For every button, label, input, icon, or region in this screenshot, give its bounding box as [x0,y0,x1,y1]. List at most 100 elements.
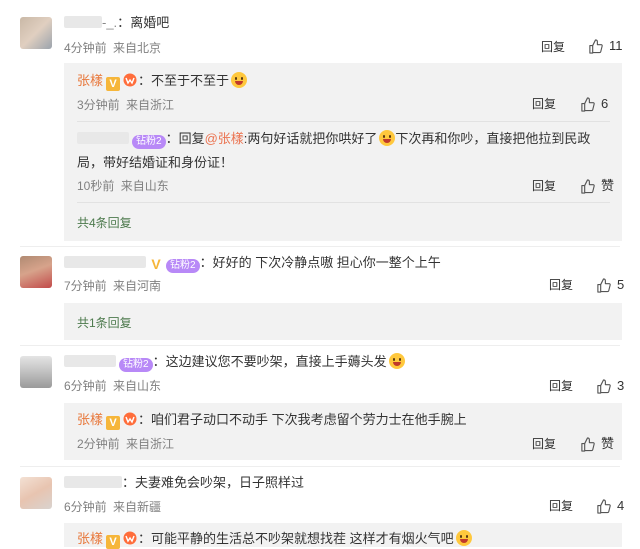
comment-location: 来自河南 [113,279,162,293]
reply-line-wrap: 局，带好结婚证和身份证！ [77,154,233,172]
like-count: 4 [617,498,625,513]
reply-text-cont: 局，带好结婚证和身份证！ [77,155,234,170]
like-count: 6 [601,96,609,111]
comment-time: 4分钟前 [64,41,107,55]
thumb-up-icon [581,436,595,452]
avatar[interactable] [20,477,52,509]
v-badge-icon: V [151,256,161,272]
thumb-up-icon [589,38,603,54]
like-count: 3 [617,378,625,393]
reply-button[interactable]: 回复 [549,378,573,394]
reply-button[interactable]: 回复 [532,96,556,112]
grin-emoji-icon [388,353,405,369]
mention-link[interactable]: @张樣 [205,131,244,146]
masked-username[interactable] [64,256,146,268]
reply-meta: 10秒前 来自山东 [77,178,169,194]
masked-username[interactable] [77,132,129,144]
reply-text-cont: 下次再和你吵，直接把他拉到民政 [395,131,591,146]
comment-username[interactable]: -_. [102,15,117,30]
more-replies-link[interactable]: 共1条回复 [77,315,132,331]
thumb-up-icon [581,96,595,112]
comment-time: 7分钟前 [64,279,107,293]
reply-prefix: 回复 [178,131,205,146]
reply-button[interactable]: 回复 [549,498,573,514]
comment-time: 6分钟前 [64,500,107,514]
comment-line: -_.：离婚吧 [64,14,169,32]
grin-emoji-icon [455,530,472,546]
divider [77,121,610,122]
divider [20,466,620,467]
like-button[interactable]: 11 [588,38,623,54]
reply-username[interactable]: 张樣 [77,531,103,546]
comment-line: ：夫妻难免会吵架，日子照样过 [64,474,304,492]
comment-text: 好好的 下次冷静点嗷 担心你一整个上午 [212,255,441,270]
grin-emoji-icon [379,130,396,146]
comment-meta: 7分钟前 来自河南 [64,278,161,294]
like-count: 5 [617,277,625,292]
thumb-up-icon [581,178,595,194]
comment-text: 离婚吧 [130,15,170,30]
like-count: 赞 [601,436,615,451]
comment-time: 6分钟前 [64,379,107,393]
comment-location: 来自山东 [113,379,162,393]
reply-text: 不至于不至于 [151,73,230,88]
reply-meta: 3分钟前 来自浙江 [77,97,174,113]
reply-text: 咱们君子动口不动手 下次我考虑留个劳力士在他手腕上 [151,412,467,427]
reply-button[interactable]: 回复 [532,436,556,452]
reply-line: 张樣 V ：咱们君子动口不动手 下次我考虑留个劳力士在他手腕上 [77,412,467,430]
reply-meta: 2分钟前 来自浙江 [77,436,174,452]
like-button[interactable]: 赞 [580,178,614,194]
avatar[interactable] [20,356,52,388]
thumb-up-icon [597,277,611,293]
diamond-fan-badge: 钻粉2 [132,135,166,149]
diamond-fan-badge: 钻粉2 [119,358,153,372]
comment-line: 钻粉2 ：这边建议您不要吵架，直接上手薅头发 [64,353,405,372]
comment-meta: 4分钟前 来自北京 [64,40,161,56]
like-button[interactable]: 6 [580,96,608,112]
thumb-up-icon [597,498,611,514]
like-button[interactable]: 4 [596,498,624,514]
like-button[interactable]: 赞 [580,436,614,452]
divider [20,345,620,346]
comment-location: 来自北京 [113,41,162,55]
comment-text: 夫妻难免会吵架，日子照样过 [135,475,305,490]
diamond-fan-badge: 钻粉2 [166,259,200,273]
reply-time: 10秒前 [77,179,115,193]
divider [20,246,620,247]
thumb-up-icon [597,378,611,394]
reply-line: 张樣 V ：可能平静的生活总不吵架就想找茬 这样才有烟火气吧 [77,530,472,549]
masked-username[interactable] [64,355,116,367]
reply-line: 张樣 V ：不至于不至于 [77,72,248,91]
reply-username[interactable]: 张樣 [77,412,103,427]
reply-username[interactable]: 张樣 [77,73,103,88]
comment-meta: 6分钟前 来自新疆 [64,499,161,515]
reply-location: 来自山东 [120,179,169,193]
like-count: 11 [609,38,623,53]
like-count: 赞 [601,178,615,193]
comment-meta: 6分钟前 来自山东 [64,378,161,394]
reply-location: 来自浙江 [126,437,175,451]
reply-text: :两句好话就把你哄好了 [243,131,378,146]
masked-username[interactable] [64,16,102,28]
avatar[interactable] [20,17,52,49]
comment-text: 这边建议您不要吵架，直接上手薅头发 [165,354,387,369]
reply-button[interactable]: 回复 [549,277,573,293]
vip-badge-icon [123,412,137,426]
divider [77,202,610,203]
reply-box [64,303,622,340]
more-replies-link[interactable]: 共4条回复 [77,215,132,231]
like-button[interactable]: 5 [596,277,624,293]
like-button[interactable]: 3 [596,378,624,394]
reply-location: 来自浙江 [126,98,175,112]
reply-time: 3分钟前 [77,98,120,112]
reply-button[interactable]: 回复 [532,178,556,194]
vip-badge-icon [123,73,137,87]
v-badge-icon: V [106,77,121,91]
grin-emoji-icon [231,72,248,88]
v-badge-icon: V [106,416,121,430]
masked-username[interactable] [64,476,122,488]
avatar[interactable] [20,256,52,288]
reply-button[interactable]: 回复 [541,39,565,55]
reply-text: 可能平静的生活总不吵架就想找茬 这样才有烟火气吧 [151,531,454,546]
reply-line: 钻粉2 ：回复@张樣:两句好话就把你哄好了 下次再和你吵，直接把他拉到民政 [77,130,590,149]
